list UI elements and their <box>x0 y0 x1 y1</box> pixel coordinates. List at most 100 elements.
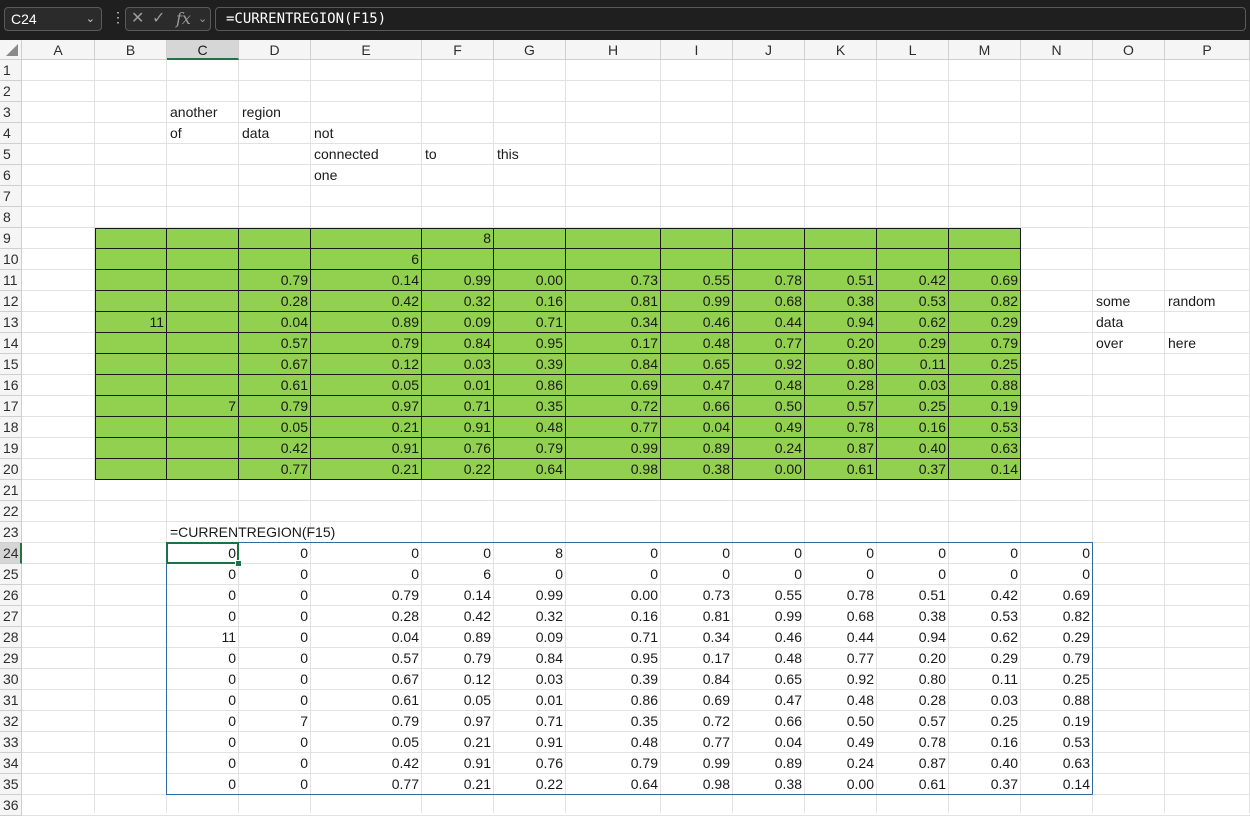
region-value-cell[interactable]: 0.49 <box>733 417 805 438</box>
region-value-cell[interactable]: 0.21 <box>311 459 422 480</box>
cell-d4[interactable]: data <box>239 123 311 144</box>
region-value-cell[interactable]: 0.67 <box>239 354 311 375</box>
region-value-cell[interactable]: 0.73 <box>566 270 661 291</box>
region-value-cell[interactable]: 0.24 <box>733 438 805 459</box>
region-value-cell[interactable]: 0.98 <box>566 459 661 480</box>
cell-c4[interactable]: of <box>167 123 239 144</box>
cell-o12[interactable]: some <box>1093 291 1165 312</box>
region-value-cell[interactable]: 0.91 <box>422 417 494 438</box>
row-header-25[interactable]: 25 <box>0 564 22 585</box>
column-header-b[interactable]: B <box>95 40 167 60</box>
active-cell[interactable] <box>166 542 239 564</box>
cell-p14[interactable]: here <box>1165 333 1250 354</box>
region-value-cell[interactable]: 0.89 <box>311 312 422 333</box>
fx-icon[interactable]: fx <box>176 9 191 29</box>
region-value-cell[interactable]: 0.19 <box>949 396 1021 417</box>
region-value-cell[interactable]: 0.77 <box>239 459 311 480</box>
region-value-cell[interactable]: 0.84 <box>566 354 661 375</box>
region-value-cell[interactable]: 0.28 <box>805 375 877 396</box>
row-header-29[interactable]: 29 <box>0 648 22 669</box>
column-header-c[interactable]: C <box>167 40 239 60</box>
region-value-cell[interactable]: 0.17 <box>566 333 661 354</box>
chevron-down-icon[interactable]: ⌄ <box>198 9 207 29</box>
cell-f5[interactable]: to <box>422 144 494 165</box>
cell-e10[interactable]: 6 <box>311 249 422 270</box>
cell-e5[interactable]: connected <box>311 144 422 165</box>
column-header-k[interactable]: K <box>805 40 877 60</box>
region-value-cell[interactable]: 0.79 <box>239 396 311 417</box>
row-header-34[interactable]: 34 <box>0 753 22 774</box>
row-header-6[interactable]: 6 <box>0 165 22 186</box>
column-header-o[interactable]: O <box>1093 40 1165 60</box>
row-header-3[interactable]: 3 <box>0 102 22 123</box>
region-value-cell[interactable]: 0.78 <box>805 417 877 438</box>
column-header-f[interactable]: F <box>422 40 494 60</box>
region-value-cell[interactable]: 0.72 <box>566 396 661 417</box>
row-header-20[interactable]: 20 <box>0 459 22 480</box>
cell-o14[interactable]: over <box>1093 333 1165 354</box>
region-value-cell[interactable]: 0.99 <box>422 270 494 291</box>
region-value-cell[interactable]: 0.32 <box>422 291 494 312</box>
region-value-cell[interactable]: 0.00 <box>733 459 805 480</box>
region-value-cell[interactable]: 0.28 <box>239 291 311 312</box>
region-value-cell[interactable]: 0.38 <box>805 291 877 312</box>
region-value-cell[interactable]: 0.55 <box>661 270 733 291</box>
cell-c3[interactable]: another <box>167 102 239 123</box>
region-value-cell[interactable]: 0.57 <box>239 333 311 354</box>
region-value-cell[interactable]: 0.03 <box>422 354 494 375</box>
worksheet-grid[interactable]: A B C D E F G H I J K L M N O P 1 2 3 4 5 6 7 8 9 10 11 12 13 14 15 16 1… <box>0 40 1250 816</box>
row-header-16[interactable]: 16 <box>0 375 22 396</box>
region-value-cell[interactable]: 0.79 <box>311 333 422 354</box>
row-header-4[interactable]: 4 <box>0 123 22 144</box>
column-header-d[interactable]: D <box>239 40 311 60</box>
region-value-cell[interactable]: 0.44 <box>733 312 805 333</box>
row-header-35[interactable]: 35 <box>0 774 22 795</box>
region-value-cell[interactable]: 0.16 <box>494 291 566 312</box>
region-value-cell[interactable]: 0.92 <box>733 354 805 375</box>
region-value-cell[interactable]: 0.03 <box>877 375 949 396</box>
cell-p12[interactable]: random <box>1165 291 1250 312</box>
name-box[interactable]: C24 ⌄ <box>4 7 102 31</box>
region-value-cell[interactable]: 0.42 <box>311 291 422 312</box>
region-value-cell[interactable]: 0.38 <box>661 459 733 480</box>
region-value-cell[interactable]: 0.42 <box>877 270 949 291</box>
region-value-cell[interactable]: 0.48 <box>733 375 805 396</box>
region-value-cell[interactable]: 0.89 <box>661 438 733 459</box>
region-value-cell[interactable]: 0.48 <box>661 333 733 354</box>
check-icon[interactable]: ✓ <box>152 9 165 29</box>
region-value-cell[interactable]: 0.64 <box>494 459 566 480</box>
region-value-cell[interactable]: 0.37 <box>877 459 949 480</box>
row-header-5[interactable]: 5 <box>0 144 22 165</box>
region-value-cell[interactable]: 0.69 <box>566 375 661 396</box>
cancel-icon[interactable]: ✕ <box>131 9 144 29</box>
cell-e4[interactable]: not <box>311 123 422 144</box>
region-value-cell[interactable]: 0.78 <box>733 270 805 291</box>
row-header-11[interactable]: 11 <box>0 270 22 291</box>
region-value-cell[interactable]: 0.51 <box>805 270 877 291</box>
region-value-cell[interactable]: 0.91 <box>311 438 422 459</box>
chevron-down-icon[interactable]: ⌄ <box>86 8 95 30</box>
region-value-cell[interactable]: 0.48 <box>494 417 566 438</box>
region-value-cell[interactable]: 0.63 <box>949 438 1021 459</box>
column-header-e[interactable]: E <box>311 40 422 60</box>
more-options-icon[interactable]: ⋮ <box>111 9 125 26</box>
column-header-h[interactable]: H <box>566 40 661 60</box>
region-value-cell[interactable]: 0.16 <box>877 417 949 438</box>
region-value-cell[interactable]: 0.09 <box>422 312 494 333</box>
region-value-cell[interactable]: 0.71 <box>494 312 566 333</box>
region-value-cell[interactable]: 0.79 <box>494 438 566 459</box>
region-value-cell[interactable]: 0.62 <box>877 312 949 333</box>
row-header-23[interactable]: 23 <box>0 522 22 543</box>
row-header-33[interactable]: 33 <box>0 732 22 753</box>
region-value-cell[interactable]: 0.53 <box>949 417 1021 438</box>
cell-e6[interactable]: one <box>311 165 422 186</box>
region-value-cell[interactable]: 0.21 <box>311 417 422 438</box>
row-header-28[interactable]: 28 <box>0 627 22 648</box>
region-value-cell[interactable]: 0.39 <box>494 354 566 375</box>
cell-c23[interactable]: =CURRENTREGION(F15) <box>167 522 335 543</box>
region-value-cell[interactable]: 0.47 <box>661 375 733 396</box>
cell-f9[interactable]: 8 <box>422 228 494 249</box>
region-value-cell[interactable]: 0.53 <box>877 291 949 312</box>
row-header-13[interactable]: 13 <box>0 312 22 333</box>
row-header-17[interactable]: 17 <box>0 396 22 417</box>
